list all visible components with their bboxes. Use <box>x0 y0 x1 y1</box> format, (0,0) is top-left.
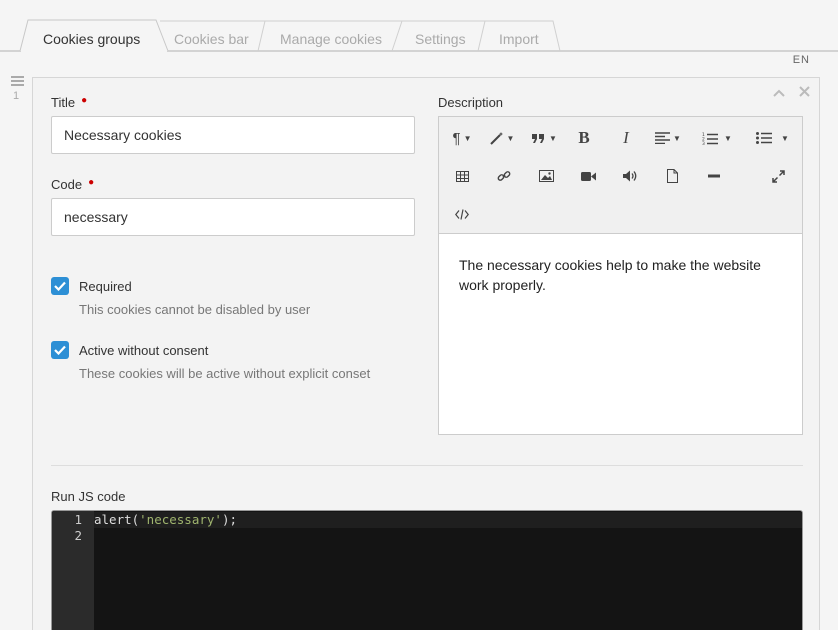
code-line[interactable]: alert('necessary'); <box>94 512 237 527</box>
language-switch[interactable]: EN <box>793 54 810 66</box>
active-without-consent-hint: These cookies will be active without exp… <box>79 366 371 381</box>
bold-icon[interactable]: B <box>569 125 599 151</box>
italic-icon[interactable]: I <box>611 125 641 151</box>
svg-text:3: 3 <box>702 141 705 145</box>
drag-handle-icon[interactable] <box>11 76 24 87</box>
code-view-icon[interactable] <box>447 201 477 227</box>
js-code-editor[interactable]: 1 2 alert('necessary'); <box>51 510 803 630</box>
code-label: Code ● <box>51 177 95 192</box>
line-number: 1 <box>74 512 82 527</box>
active-without-consent-checkbox[interactable] <box>51 341 69 359</box>
active-without-consent-label[interactable]: Active without consent <box>79 343 208 358</box>
js-code-label: Run JS code <box>51 489 126 504</box>
required-checkbox[interactable] <box>51 277 69 295</box>
check-icon <box>54 345 66 355</box>
tab-bar: Cookies groups Cookies bar Manage cookie… <box>0 0 838 52</box>
collapse-icon[interactable] <box>773 86 785 100</box>
close-icon[interactable] <box>799 86 810 100</box>
file-icon[interactable] <box>657 163 687 189</box>
editor-toolbar: ¶ ▼ ▼ ▼ B I ▼ 123 ▼ ▼ <box>439 117 802 234</box>
required-label[interactable]: Required <box>79 279 132 294</box>
paragraph-icon[interactable]: ¶ ▼ <box>447 125 477 151</box>
row-index: 1 <box>13 90 20 102</box>
tab-manage-cookies[interactable]: Manage cookies <box>280 31 382 47</box>
title-label: Title ● <box>51 95 88 110</box>
audio-icon[interactable] <box>615 163 645 189</box>
magic-wand-icon[interactable]: ▼ <box>487 125 517 151</box>
tab-settings[interactable]: Settings <box>415 31 466 47</box>
quote-icon[interactable]: ▼ <box>529 125 559 151</box>
image-icon[interactable] <box>531 163 561 189</box>
unordered-list-options-icon[interactable]: ▼ <box>774 125 796 151</box>
code-input[interactable]: necessary <box>51 198 415 236</box>
title-input[interactable]: Necessary cookies <box>51 116 415 154</box>
align-icon[interactable]: ▼ <box>653 125 683 151</box>
required-hint: This cookies cannot be disabled by user <box>79 302 311 317</box>
check-icon <box>54 281 66 291</box>
video-icon[interactable] <box>573 163 603 189</box>
ordered-list-options-icon[interactable]: ▼ <box>720 125 736 151</box>
tab-cookies-bar[interactable]: Cookies bar <box>174 31 249 47</box>
table-icon[interactable] <box>447 163 477 189</box>
required-marker: ● <box>88 177 95 188</box>
required-marker: ● <box>81 95 88 106</box>
fullscreen-icon[interactable] <box>763 163 793 189</box>
description-label: Description <box>438 95 504 110</box>
link-icon[interactable] <box>489 163 519 189</box>
tab-cookies-groups[interactable]: Cookies groups <box>43 31 140 47</box>
horizontal-rule-icon[interactable] <box>699 163 729 189</box>
description-text[interactable]: The necessary cookies help to make the w… <box>459 255 789 295</box>
line-number: 2 <box>74 528 82 543</box>
description-editor: ¶ ▼ ▼ ▼ B I ▼ 123 ▼ ▼ The necessary cook… <box>438 116 803 435</box>
tab-import[interactable]: Import <box>499 31 539 47</box>
section-divider <box>51 465 803 466</box>
